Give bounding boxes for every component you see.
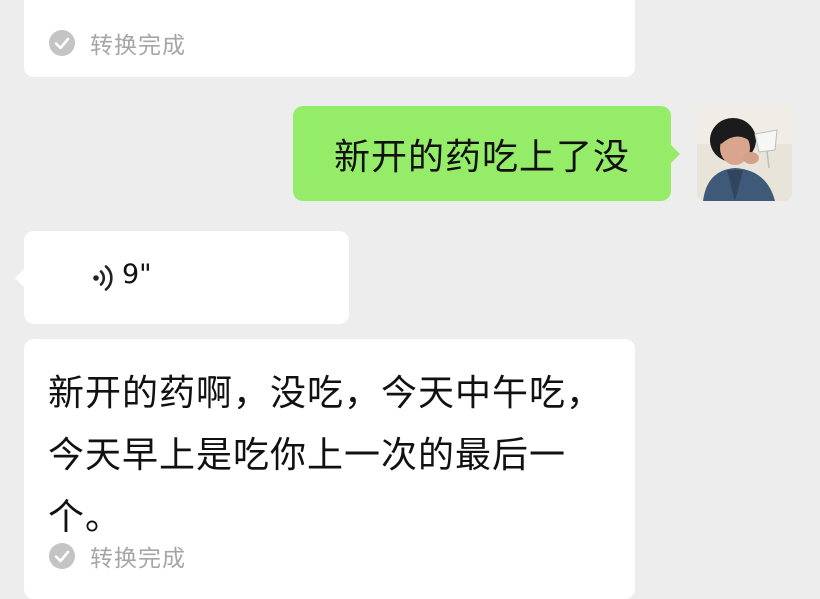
voice-wave-icon [93, 265, 113, 291]
voice-duration: 9" [122, 259, 152, 290]
avatar[interactable] [697, 106, 792, 201]
avatar-photo [697, 106, 792, 201]
check-circle-icon [49, 543, 75, 569]
voice-message-bubble[interactable]: 9" [15, 231, 349, 324]
sent-message-text: 新开的药吃上了没 [333, 136, 630, 178]
bubble-tail [15, 268, 25, 288]
transcription-card-top[interactable]: ... ... ... 转换完成 [24, 0, 635, 77]
conversion-status: 转换完成 [48, 541, 186, 572]
check-circle-icon [49, 30, 75, 56]
conversion-status: 转换完成 [48, 28, 186, 59]
conversion-status-text: 转换完成 [90, 546, 186, 572]
partial-transcription-text: ... ... ... [48, 0, 178, 6]
chat-screen: { "messages": { "top_transcription": { "… [0, 0, 820, 599]
conversion-status-text: 转换完成 [90, 33, 186, 59]
transcription-text: 新开的药啊，没吃，今天中午吃，今天早上是吃你上一次的最后一个。 [48, 373, 604, 538]
bubble-tail [670, 144, 680, 164]
transcription-card[interactable]: 新开的药啊，没吃，今天中午吃，今天早上是吃你上一次的最后一个。 转换完成 [24, 339, 635, 599]
sent-message-bubble[interactable]: 新开的药吃上了没 [293, 106, 680, 201]
